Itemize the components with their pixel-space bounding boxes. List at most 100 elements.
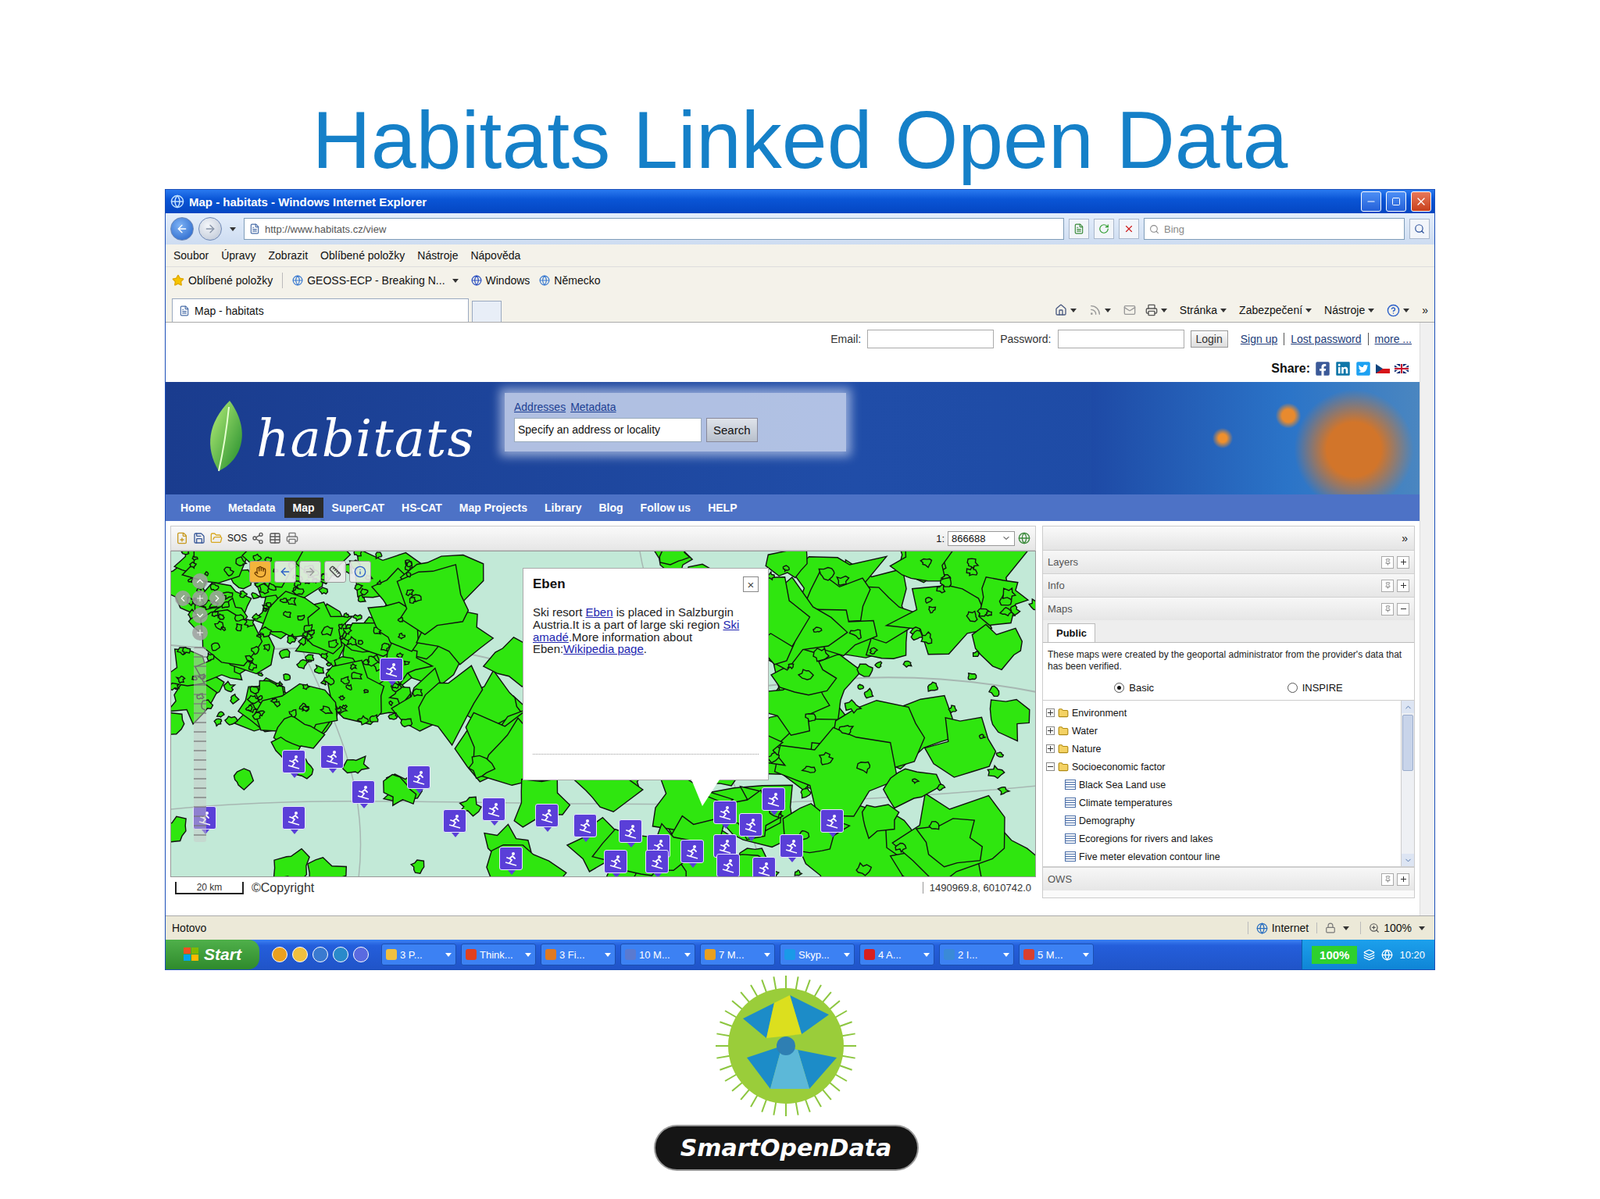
favorites-button[interactable]: Oblíbené položky (171, 274, 273, 287)
ski-resort-pin[interactable] (573, 814, 597, 838)
pin-icon[interactable] (1381, 579, 1394, 593)
expand-icon[interactable] (1046, 708, 1055, 718)
forward-button[interactable] (198, 217, 222, 241)
panel-collapse[interactable]: » (1042, 526, 1415, 550)
site-search-input[interactable]: Specify an address or locality (514, 417, 702, 443)
tree-layer[interactable]: Five meter elevation contour line (1046, 847, 1398, 866)
facebook-icon[interactable] (1314, 360, 1331, 377)
task-button[interactable]: 2 I... (939, 943, 1015, 966)
quick-launch-icon[interactable] (332, 946, 349, 963)
tree-layer[interactable]: Demography (1046, 811, 1398, 830)
nav-item[interactable]: Metadata (219, 497, 285, 518)
linkedin-icon[interactable] (1335, 360, 1351, 377)
open-icon[interactable] (210, 532, 223, 545)
ski-resort-pin[interactable] (379, 657, 404, 682)
scale-select[interactable]: 1:866688 (935, 531, 1031, 547)
ski-resort-pin[interactable] (535, 803, 559, 828)
menu-item[interactable]: Úpravy (221, 249, 256, 262)
home-button[interactable] (1054, 303, 1080, 317)
menu-item[interactable]: Oblíbené položky (320, 249, 405, 262)
favorite-link[interactable]: GEOSS-ECP - Breaking N... (292, 274, 461, 287)
ski-resort-pin[interactable] (761, 787, 786, 811)
minimize-button[interactable] (1360, 191, 1382, 212)
measure-icon[interactable] (324, 560, 347, 583)
pan-down-icon[interactable] (192, 607, 208, 624)
ski-resort-pin[interactable] (716, 853, 740, 878)
radio-option[interactable]: INSPIRE (1287, 682, 1343, 694)
task-button[interactable]: Think... (460, 943, 536, 966)
ski-resort-pin[interactable] (603, 850, 628, 874)
protected-mode[interactable] (1316, 922, 1353, 934)
globe-icon[interactable] (1017, 532, 1031, 545)
popup-link[interactable]: Wikipedia page (563, 642, 644, 656)
nav-item[interactable]: Map (284, 497, 324, 518)
pin-icon[interactable] (1381, 873, 1394, 886)
expand-icon[interactable] (1396, 873, 1410, 886)
pan-left-icon[interactable] (175, 590, 191, 607)
quick-launch-icon[interactable] (312, 946, 329, 963)
ski-resort-pin[interactable] (282, 806, 306, 830)
ski-resort-pin[interactable] (618, 819, 643, 843)
tray-icon[interactable] (1363, 949, 1375, 961)
nav-item[interactable]: Library (535, 497, 590, 518)
wfs-icon[interactable] (251, 532, 265, 545)
ski-resort-pin[interactable] (499, 846, 523, 871)
page-scrollbar[interactable] (1419, 322, 1435, 916)
popup-close-button[interactable]: × (742, 576, 759, 593)
tree-folder[interactable]: Nature (1046, 739, 1398, 758)
history-caret-icon[interactable] (229, 227, 236, 232)
ows-section[interactable]: OWS (1042, 867, 1415, 891)
search-tab[interactable]: Metadata (570, 400, 616, 414)
ski-resort-pin[interactable] (645, 850, 669, 874)
command-overflow[interactable]: » (1421, 303, 1429, 317)
pan-right-icon[interactable] (209, 590, 225, 607)
print-button[interactable] (1145, 303, 1171, 317)
panel-section[interactable]: Info (1042, 573, 1415, 597)
ski-resort-pin[interactable] (739, 813, 763, 837)
nav-item[interactable]: Blog (589, 497, 632, 518)
collapse-icon[interactable] (1396, 603, 1410, 616)
menu-item[interactable]: Zobrazit (268, 249, 309, 262)
maximize-button[interactable] (1385, 191, 1407, 212)
collapse-icon[interactable] (1046, 762, 1055, 772)
login-link[interactable]: more ... (1367, 332, 1412, 346)
nav-item[interactable]: Follow us (632, 497, 700, 518)
compat-button[interactable] (1068, 218, 1090, 240)
command-menu[interactable]: Zabezpečení (1239, 303, 1315, 317)
panel-tab[interactable]: Public (1047, 623, 1096, 643)
email-input[interactable] (867, 329, 994, 349)
print-icon[interactable] (285, 532, 299, 545)
map[interactable]: Eben×Ski resort Eben is placed in Salzbu… (170, 550, 1036, 878)
radio-option[interactable]: Basic (1114, 682, 1154, 694)
favorite-link[interactable]: Windows (471, 274, 531, 287)
ski-resort-pin[interactable] (407, 765, 431, 790)
menu-item[interactable]: Nástroje (417, 249, 458, 262)
pan-up-icon[interactable] (192, 573, 208, 590)
nav-item[interactable]: HS-CAT (392, 497, 451, 518)
new-icon[interactable] (175, 532, 189, 545)
expand-icon[interactable] (1046, 744, 1055, 754)
popup-link[interactable]: Eben (585, 605, 614, 619)
ski-resort-pin[interactable] (351, 780, 375, 804)
password-input[interactable] (1057, 329, 1185, 349)
menu-item[interactable]: Nápověda (470, 249, 521, 262)
info-icon[interactable] (349, 560, 372, 583)
network-icon[interactable] (1381, 949, 1393, 961)
nav-item[interactable]: Map Projects (450, 497, 536, 518)
ski-resort-pin[interactable] (752, 857, 776, 878)
ski-resort-pin[interactable] (282, 750, 306, 774)
close-button[interactable] (1410, 191, 1432, 212)
feeds-button[interactable] (1089, 303, 1115, 317)
zoom-in-icon[interactable] (192, 625, 208, 641)
tree-layer[interactable]: Ecoregions for rivers and lakes (1046, 829, 1398, 848)
command-menu[interactable]: Stránka (1179, 303, 1230, 317)
previous-view-icon[interactable] (274, 560, 297, 583)
zoom-slider[interactable] (193, 646, 207, 843)
task-button[interactable]: 3 Fi... (540, 943, 616, 966)
tree-layer[interactable]: Climate temperatures (1046, 793, 1398, 812)
pan-hand-icon[interactable] (249, 560, 272, 583)
nav-item[interactable]: HELP (699, 497, 746, 518)
pan-center-icon[interactable] (192, 590, 208, 607)
login-button[interactable]: Login (1190, 330, 1229, 348)
quick-launch-icon[interactable] (271, 946, 288, 963)
